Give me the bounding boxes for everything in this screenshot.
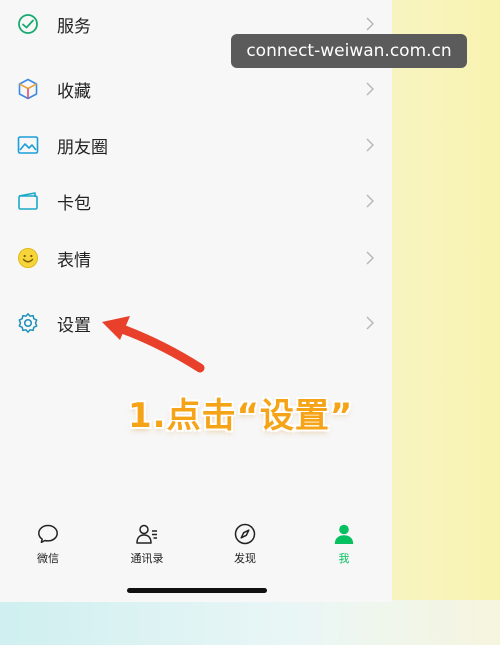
tab-discover[interactable]: 发现 — [205, 512, 285, 572]
home-indicator — [127, 588, 267, 593]
tab-me[interactable]: 我 — [304, 512, 384, 572]
tab-label-discover: 发现 — [234, 552, 256, 565]
red-arrow-annotation — [102, 316, 205, 373]
menu-label-moments: 朋友圈 — [57, 137, 108, 158]
chevron-right-icon — [366, 17, 374, 31]
menu-label-card-wallet: 卡包 — [57, 193, 91, 214]
chevron-right-icon — [366, 251, 374, 265]
contacts-icon — [136, 524, 157, 544]
moments-image-icon — [17, 136, 39, 154]
settings-gear-icon — [18, 313, 38, 333]
me-person-icon — [334, 524, 354, 544]
phone-screen: 服务 收藏 朋友圈 卡包 表情 设置 微信 通讯录 发现 我 — [0, 0, 392, 602]
card-wallet-icon — [18, 192, 38, 210]
chevron-right-icon — [366, 138, 374, 152]
menu-item-stickers[interactable]: 表情 — [0, 230, 392, 286]
instruction-annotation: 1.点击“设置” — [128, 396, 354, 436]
tab-label-chats: 微信 — [37, 552, 59, 565]
background-strip — [0, 600, 500, 645]
tab-label-contacts: 通讯录 — [130, 552, 164, 565]
chevron-right-icon — [366, 82, 374, 96]
menu-label-service: 服务 — [57, 16, 91, 37]
menu-item-favorites[interactable]: 收藏 — [0, 61, 392, 117]
menu-item-moments[interactable]: 朋友圈 — [0, 117, 392, 173]
compass-icon — [234, 523, 256, 545]
tab-label-me: 我 — [338, 552, 350, 565]
favorites-cube-icon — [18, 78, 38, 100]
tab-chats[interactable]: 微信 — [8, 512, 88, 572]
tab-contacts[interactable]: 通讯录 — [107, 512, 187, 572]
bottom-tab-bar: 微信 通讯录 发现 我 — [0, 512, 392, 572]
chat-bubble-icon — [38, 524, 58, 544]
sticker-smile-icon — [18, 248, 38, 268]
menu-label-favorites: 收藏 — [57, 81, 91, 102]
chevron-right-icon — [366, 194, 374, 208]
menu-label-settings: 设置 — [57, 315, 91, 336]
watermark-label: connect-weiwan.com.cn — [231, 34, 467, 68]
service-icon — [18, 14, 38, 34]
chevron-right-icon — [366, 316, 374, 330]
menu-item-card-wallet[interactable]: 卡包 — [0, 173, 392, 229]
menu-label-stickers: 表情 — [57, 250, 91, 271]
